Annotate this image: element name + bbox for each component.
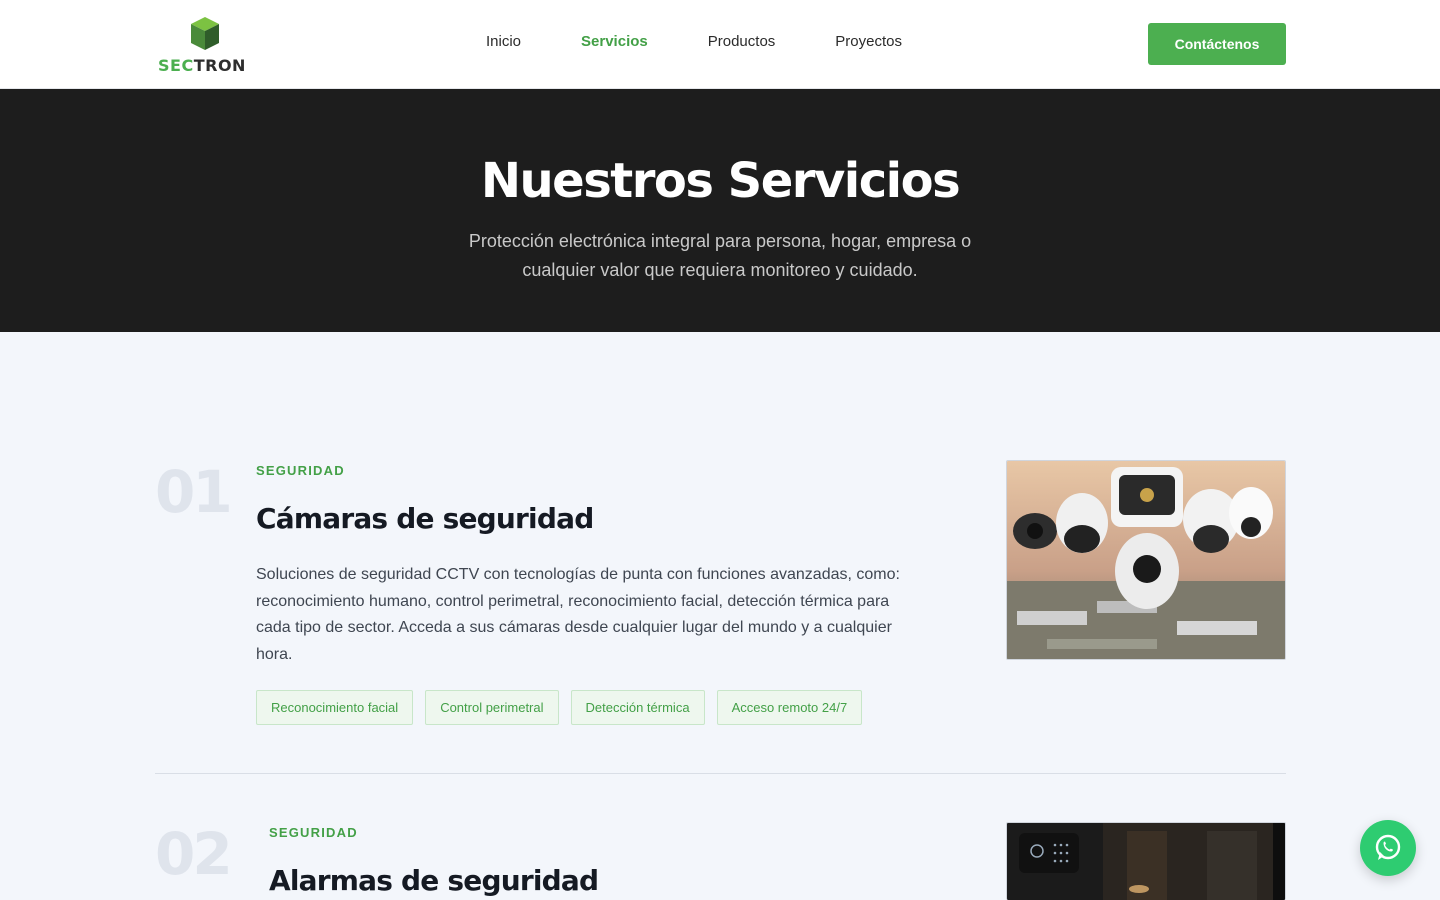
sectron-logo[interactable]: SECTRON <box>157 14 253 75</box>
nav-link-inicio[interactable]: Inicio <box>486 33 521 50</box>
nav-link-proyectos[interactable]: Proyectos <box>835 33 902 50</box>
service-category: SEGURIDAD <box>269 825 358 840</box>
whatsapp-icon <box>1375 834 1401 860</box>
service-number: 02 <box>155 820 233 888</box>
feature-tag: Acceso remoto 24/7 <box>716 690 863 725</box>
main-nav: Inicio Servicios Productos Proyectos <box>486 33 962 50</box>
site-header: SECTRON Inicio Servicios Productos Proye… <box>0 0 1440 89</box>
feature-tag: Reconocimiento facial <box>256 690 414 725</box>
service-title: Cámaras de seguridad <box>256 502 594 535</box>
cameras-illustration <box>1007 461 1285 659</box>
service-title: Alarmas de seguridad <box>269 864 599 897</box>
hero-banner: Nuestros Servicios Protección electrónic… <box>0 89 1440 332</box>
alarm-illustration <box>1007 823 1285 900</box>
nav-link-servicios[interactable]: Servicios <box>581 33 648 50</box>
service-description: Soluciones de seguridad CCTV con tecnolo… <box>256 566 900 663</box>
feature-tag: Control perimetral <box>425 690 559 725</box>
page-title: Nuestros Servicios <box>480 153 961 209</box>
security-cameras-image <box>1006 460 1286 660</box>
whatsapp-button[interactable] <box>1360 820 1416 876</box>
feature-tag: Detección térmica <box>570 690 705 725</box>
cube-logo-icon <box>191 17 219 50</box>
logo-wordmark: SECTRON <box>158 56 246 75</box>
service-number: 01 <box>155 458 233 526</box>
contact-button[interactable]: Contáctenos <box>1148 23 1286 65</box>
feature-tags: Reconocimiento facial Control perimetral… <box>256 690 874 725</box>
section-divider <box>155 773 1286 774</box>
alarm-panel-image <box>1006 822 1286 900</box>
service-category: SEGURIDAD <box>256 463 345 478</box>
nav-link-productos[interactable]: Productos <box>708 33 776 50</box>
hero-subtitle: Protección electrónica integral para per… <box>468 231 972 280</box>
